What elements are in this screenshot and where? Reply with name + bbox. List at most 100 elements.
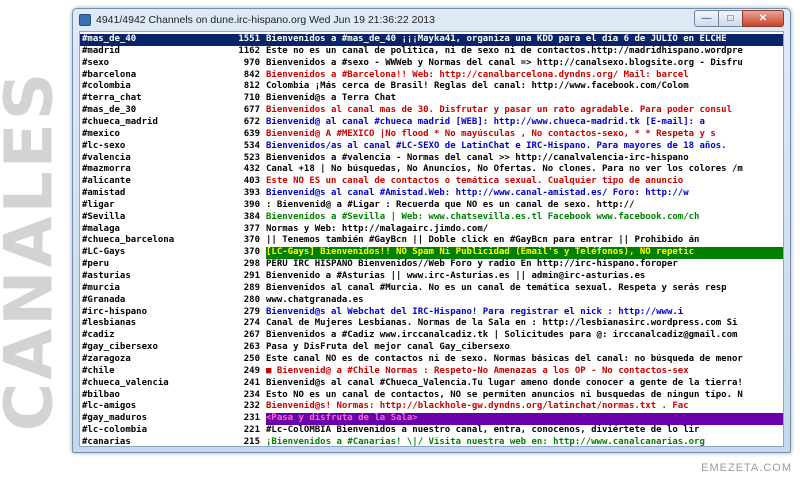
channel-user-count: 241 [243, 377, 260, 388]
channel-row[interactable]: #Granada 280 www.chatgranada.es [80, 294, 783, 307]
channel-list[interactable]: #mas_de_40 1551 Bienvenidos a #mas_de_40 ¡… [79, 31, 784, 447]
channel-topic: Bienvenid@s al canal #Chueca_Valencia.Tu… [266, 377, 743, 388]
channel-user-count: 710 [243, 93, 260, 104]
channel-topic: Bienvenid@s al Webchat del IRC-Hispano! … [266, 306, 684, 317]
channel-row[interactable]: #mazmorra 432 Canal +18 | No búsquedas, No… [80, 164, 783, 176]
channel-name: #Sevilla [82, 211, 126, 222]
channel-row[interactable]: #LC-Gays 370 [LC-Gays] Bienvenidos!! NO Sp… [80, 247, 783, 259]
channel-user-count: 672 [243, 116, 260, 127]
channel-user-count: 390 [243, 199, 260, 210]
channel-name: #terra_chat [82, 93, 142, 104]
channel-topic: Bienvenidos al canal #Murcia. No es un c… [266, 282, 727, 293]
channel-name: #ligar [82, 199, 115, 210]
maximize-button[interactable]: □ [718, 10, 743, 27]
channel-name: #murcia [82, 282, 120, 293]
channel-name: #malaga [82, 223, 120, 234]
window-title: 4941/4942 Channels on dune.irc-hispano.o… [96, 14, 435, 26]
channel-user-count: 970 [243, 57, 260, 68]
channel-name: #gay_maduros [82, 413, 148, 424]
channel-name: #chueca_barcelona [82, 235, 175, 246]
channel-row[interactable]: #mas_de_30 677 Bienvenidos al canal mas d… [80, 105, 783, 117]
channel-topic: Pasa y DisFruta del mejor canal Gay_cibe… [266, 342, 510, 353]
channel-user-count: 393 [243, 188, 260, 199]
channel-row[interactable]: #asturias 291 Bienvenido a #Asturias || ww… [80, 271, 783, 283]
channel-user-count: 249 [243, 365, 260, 376]
channel-user-count: 534 [243, 140, 260, 151]
channel-topic: Bienvenido a #Asturias || www.irc-Asturi… [266, 271, 646, 281]
channel-user-count: 677 [243, 105, 260, 116]
channel-row[interactable]: #chueca_barcelona 370 || Tenemos también #… [80, 235, 783, 247]
watermark: EMEZETA.COM [701, 462, 792, 474]
channel-name: #chueca_madrid [82, 116, 158, 127]
channel-name: #lc-colombia [82, 425, 148, 436]
channel-user-count: 291 [243, 271, 260, 281]
channel-name: #madrid [82, 45, 120, 56]
channel-user-count: 1551 [238, 34, 260, 44]
channel-row[interactable]: #gay_cibersexo 263 Pasa y DisFruta del mej… [80, 342, 783, 354]
channel-topic: ■ Bienvenid@ a #Chile Normas : Respeto-N… [266, 365, 689, 376]
channel-topic: ¡Bienvenidos a #Canarias! \|/ Visita nue… [266, 436, 705, 447]
channel-topic: #Lc-ColOMBIA Bienvenidos a nuestro canal… [266, 425, 700, 436]
channel-user-count: 842 [243, 69, 260, 80]
channel-topic: Este canal NO es de contactos ni de sexo… [266, 353, 743, 364]
title-bar[interactable]: 4941/4942 Channels on dune.irc-hispano.o… [73, 9, 790, 31]
channel-user-count: 289 [243, 282, 260, 293]
channel-row[interactable]: #mas_de_40 1551 Bienvenidos a #mas_de_40 ¡… [80, 34, 783, 46]
channel-row[interactable]: #malaga 377 Normas y Web: http://malagairc… [80, 223, 783, 236]
channel-row[interactable]: #lc-amigos 232 Bienvenid@s! Normas: http:/… [80, 401, 783, 413]
channel-row[interactable]: #barcelona 842 Bienvenidos a #Barcelona!! … [80, 69, 783, 82]
channel-row[interactable]: #bilbao 234 Esto NO es un canal de contact… [80, 390, 783, 402]
channel-row[interactable]: #colombia 812 Colombia ¡Más cerca de Brasi… [80, 81, 783, 93]
channel-list-window: 4941/4942 Channels on dune.irc-hispano.o… [72, 8, 791, 453]
channel-row[interactable]: #peru 298 PERU IRC HISPANO Bienvenidos//W… [80, 259, 783, 271]
channel-name: #cadiz [82, 330, 115, 341]
channel-name: #irc-hispano [82, 306, 148, 317]
channel-row[interactable]: #terra_chat 710 Bienvenid@s a Terra Chat [80, 93, 783, 105]
app-icon [79, 14, 91, 26]
channel-name: #LC-Gays [82, 247, 126, 258]
channel-name: #asturias [82, 271, 131, 281]
channel-user-count: 403 [243, 176, 260, 187]
channel-row[interactable]: #alicante 403 Este NO ES un canal de conta… [80, 176, 783, 188]
channel-row[interactable]: #gay_maduros 231 <Pasa y disfruta de la S… [80, 413, 783, 425]
channel-row[interactable]: #zaragoza 250 Este canal NO es de contacto… [80, 353, 783, 366]
channel-row[interactable]: #lc-colombia 221 #Lc-ColOMBIA Bienvenidos … [80, 425, 783, 437]
channel-row[interactable]: #chile 249 ■ Bienvenid@ a #Chile Normas :… [80, 365, 783, 378]
channel-topic: [LC-Gays] Bienvenidos!! NO Spam Ni Publi… [266, 247, 783, 259]
channel-topic: Bienvenidos a #Sevilla | Web: www.chatse… [266, 211, 700, 222]
channel-row[interactable]: #madrid 1162 Este no es un canal de políti… [80, 45, 783, 58]
channel-name: #alicante [82, 176, 131, 187]
channel-user-count: 215 [243, 436, 260, 447]
channel-topic: www.chatgranada.es [266, 294, 364, 305]
channel-row[interactable]: #mexico 639 Bienvenid@ A #MEXICO |No flood… [80, 129, 783, 141]
channel-user-count: 274 [243, 318, 260, 329]
channel-row[interactable]: #Sevilla 384 Bienvenidos a #Sevilla | Web:… [80, 211, 783, 224]
minimize-button[interactable]: — [694, 10, 719, 27]
channel-user-count: 298 [243, 259, 260, 270]
channel-row[interactable]: #lc-sexo 534 Bienvenidos/as al canal #LC-S… [80, 140, 783, 153]
channel-topic: Bienvenidos a #Cadiz www.irccanalcadiz.t… [266, 330, 738, 341]
channel-user-count: 370 [243, 235, 260, 246]
channel-row[interactable]: #valencia 523 Bienvenidos a #valencia - No… [80, 152, 783, 165]
channel-user-count: 523 [243, 152, 260, 163]
channel-topic: Bienvenidos a #Barcelona!! Web: http://c… [266, 69, 689, 80]
channel-row[interactable]: #ligar 390 : Bienvenid@ a #Ligar : Recuer… [80, 199, 783, 212]
channel-name: #mas_de_30 [82, 105, 137, 116]
channel-topic: Canal +18 | No búsquedas, No Anuncios, N… [266, 164, 743, 175]
close-button[interactable]: ✕ [742, 10, 784, 27]
channel-topic: Bienvenid@s a Terra Chat [266, 93, 397, 104]
channel-name: #amistad [82, 188, 126, 199]
channel-user-count: 267 [243, 330, 260, 341]
channel-row[interactable]: #murcia 289 Bienvenidos al canal #Murcia. … [80, 282, 783, 295]
channel-row[interactable]: #canarias 215 ¡Bienvenidos a #Canarias! \|… [80, 436, 783, 447]
channel-row[interactable]: #chueca_madrid 672 Bienvenid@ al canal #ch… [80, 116, 783, 129]
channel-user-count: 370 [243, 247, 260, 258]
channel-name: #mas_de_40 [82, 34, 137, 44]
channel-row[interactable]: #cadiz 267 Bienvenidos a #Cadiz www.irccan… [80, 330, 783, 342]
channel-row[interactable]: #sexo 970 Bienvenidos a #sexo - WWWeb y No… [80, 57, 783, 70]
channel-row[interactable]: #irc-hispano 279 Bienvenid@s al Webchat de… [80, 306, 783, 319]
channel-row[interactable]: #lesbianas 274 Canal de Mujeres Lesbianas.… [80, 318, 783, 330]
channel-row[interactable]: #amistad 393 Bienvenid@s al canal #Amistad… [80, 188, 783, 200]
channel-row[interactable]: #chueca_valencia 241 Bienvenid@s al canal … [80, 377, 783, 390]
channel-topic: Bienvenid@s al canal #Amistad.Web: http:… [266, 188, 689, 199]
